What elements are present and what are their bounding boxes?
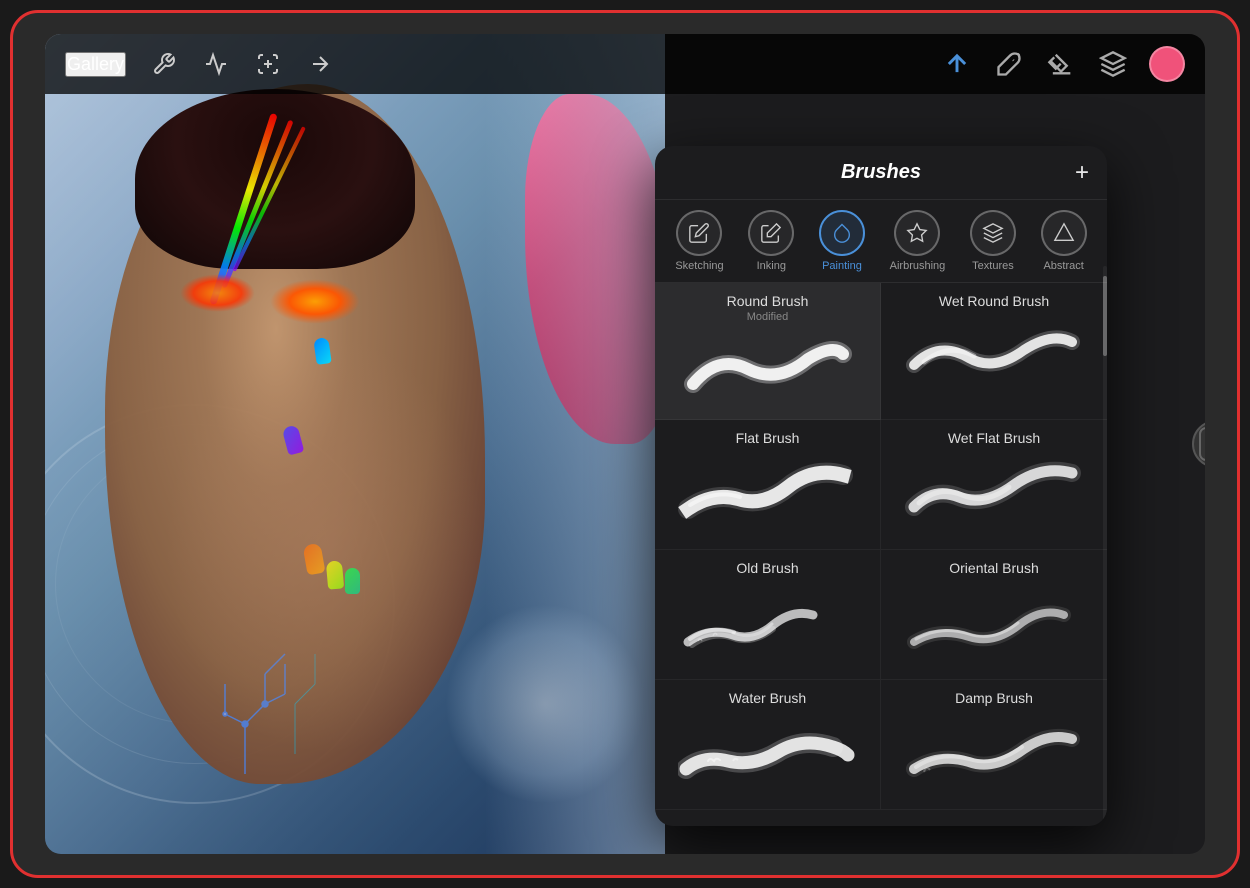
painting-icon [819, 210, 865, 256]
airbrushing-label: Airbrushing [890, 260, 946, 272]
painting-background [45, 34, 665, 854]
brush-name-old-brush: Old Brush [671, 560, 864, 576]
brush-item-wet-flat-brush[interactable]: Wet Flat Brush [881, 420, 1107, 550]
abstract-label: Abstract [1043, 260, 1083, 272]
inking-label: Inking [757, 260, 786, 272]
brush-name-flat-brush: Flat Brush [671, 430, 864, 446]
tablet-device: Gallery [10, 10, 1240, 878]
brush-tool-icon[interactable] [993, 48, 1025, 80]
brush-name-wet-round-brush: Wet Round Brush [897, 293, 1091, 309]
category-sketching[interactable]: Sketching [675, 210, 723, 272]
painting-label: Painting [822, 260, 862, 272]
brush-item-wet-round-brush[interactable]: Wet Round Brush [881, 283, 1107, 420]
panel-title: Brushes [841, 161, 921, 184]
brush-item-old-brush[interactable]: Old Brush [655, 550, 881, 680]
adjustments-icon[interactable] [202, 50, 230, 78]
category-abstract[interactable]: Abstract [1041, 210, 1087, 272]
brush-name-round-brush: Round Brush [671, 293, 864, 309]
brush-name-water-brush: Water Brush [671, 690, 864, 706]
textures-icon [970, 210, 1016, 256]
brush-subtitle-round-brush: Modified [671, 311, 864, 323]
brush-item-round-brush[interactable]: Round Brush Modified [655, 283, 881, 420]
brush-name-wet-flat-brush: Wet Flat Brush [897, 430, 1091, 446]
category-airbrushing[interactable]: Airbrushing [890, 210, 946, 272]
brushes-scrollbar[interactable] [1103, 266, 1107, 826]
toolbar-right [941, 46, 1185, 82]
textures-label: Textures [972, 260, 1014, 272]
brush-item-damp-brush[interactable]: Damp Brush [881, 680, 1107, 810]
abstract-icon [1041, 210, 1087, 256]
airbrushing-icon [894, 210, 940, 256]
brush-preview-round-brush [671, 329, 864, 409]
gallery-button[interactable]: Gallery [65, 52, 126, 77]
brush-grid: Round Brush Modified Wet Round Brush [655, 283, 1107, 810]
inking-icon [748, 210, 794, 256]
scrollbar-thumb [1103, 276, 1107, 356]
brush-item-flat-brush[interactable]: Flat Brush [655, 420, 881, 550]
add-brush-button[interactable]: + [1075, 159, 1089, 187]
category-tabs: Sketching Inking [655, 200, 1107, 283]
home-button-inner [1199, 427, 1205, 461]
color-picker-dot[interactable] [1149, 46, 1185, 82]
brush-item-water-brush[interactable]: Water Brush [655, 680, 881, 810]
pencil-tool-icon[interactable] [941, 48, 973, 80]
move-icon[interactable] [306, 50, 334, 78]
brush-preview-oriental-brush [897, 582, 1091, 662]
canvas-area[interactable]: Gallery [45, 34, 1205, 854]
wrench-icon[interactable] [150, 50, 178, 78]
toolbar-left: Gallery [65, 50, 334, 78]
brush-preview-wet-round-brush [897, 315, 1091, 395]
brush-preview-old-brush [671, 582, 864, 662]
transform-icon[interactable] [254, 50, 282, 78]
brush-item-oriental-brush[interactable]: Oriental Brush [881, 550, 1107, 680]
brush-name-damp-brush: Damp Brush [897, 690, 1091, 706]
brush-name-oriental-brush: Oriental Brush [897, 560, 1091, 576]
eraser-tool-icon[interactable] [1045, 48, 1077, 80]
sketching-icon [676, 210, 722, 256]
category-textures[interactable]: Textures [970, 210, 1016, 272]
brush-preview-damp-brush [897, 712, 1091, 792]
layers-tool-icon[interactable] [1097, 48, 1129, 80]
brush-preview-water-brush [671, 712, 864, 792]
home-button[interactable] [1192, 420, 1205, 468]
brush-preview-flat-brush [671, 452, 864, 532]
top-toolbar: Gallery [45, 34, 1205, 94]
brush-preview-wet-flat-brush [897, 452, 1091, 532]
category-painting[interactable]: Painting [819, 210, 865, 272]
brushes-panel: Brushes + Sketching [655, 146, 1107, 826]
sketching-label: Sketching [675, 260, 723, 272]
tablet-screen: Gallery [45, 34, 1205, 854]
category-inking[interactable]: Inking [748, 210, 794, 272]
panel-header: Brushes + [655, 146, 1107, 200]
